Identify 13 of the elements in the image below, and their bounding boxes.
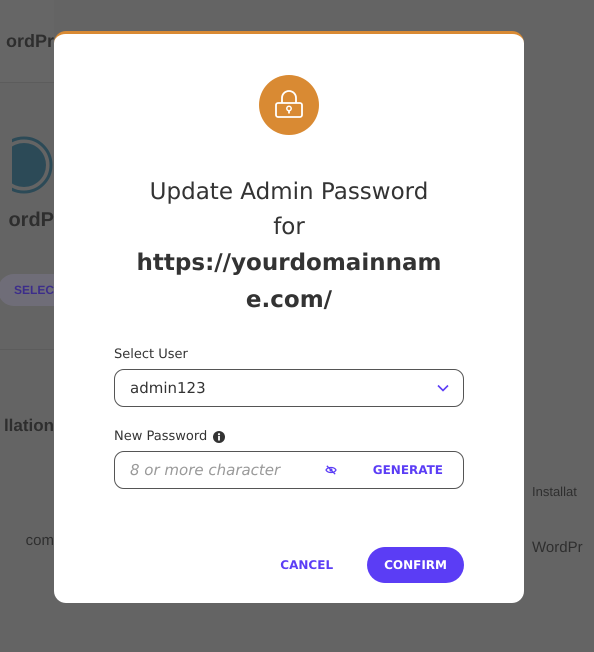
cancel-button[interactable]: CANCEL: [272, 548, 342, 582]
site-url: https://yourdomainname.com/: [136, 249, 442, 315]
generate-button[interactable]: GENERATE: [372, 463, 443, 477]
user-select[interactable]: admin123: [114, 369, 464, 407]
field-label: Select User: [114, 347, 189, 362]
eye-slash-icon[interactable]: [325, 465, 337, 475]
info-icon: [213, 430, 226, 442]
field-label: New Password: [114, 429, 208, 444]
password-input[interactable]: 8 or more character: [130, 461, 295, 479]
lock-icon: [259, 75, 319, 135]
confirm-button[interactable]: CONFIRM: [367, 547, 464, 583]
page-title: ordPr: [6, 30, 54, 52]
chevron-icon: [437, 384, 449, 392]
